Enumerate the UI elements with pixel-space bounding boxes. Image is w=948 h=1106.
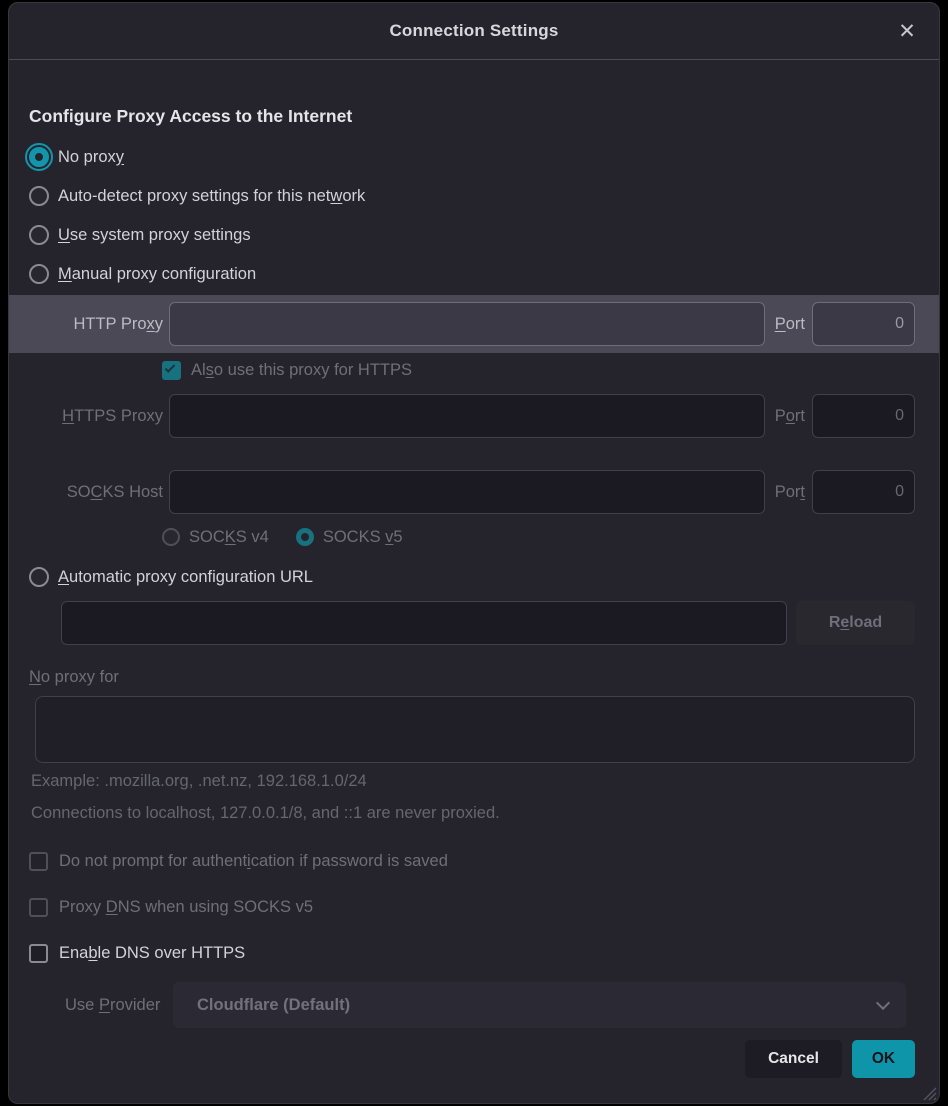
- socks-host-input[interactable]: [169, 470, 765, 514]
- radio-label-auto-config-url: Automatic proxy configuration URL: [58, 568, 313, 587]
- radio-label-auto-detect: Auto-detect proxy settings for this netw…: [58, 187, 365, 206]
- dialog-titlebar: Connection Settings ✕: [9, 3, 939, 60]
- radio-indicator-selected: [29, 147, 49, 167]
- radio-option-auto-config-url[interactable]: Automatic proxy configuration URL: [29, 558, 939, 596]
- use-provider-label: Use Provider: [57, 996, 165, 1015]
- socks-host-label: SOCKS Host: [57, 483, 163, 502]
- checkbox-row-doh[interactable]: Enable DNS over HTTPS: [29, 938, 939, 968]
- no-proxy-for-textarea[interactable]: [35, 696, 915, 763]
- close-icon: ✕: [898, 19, 916, 44]
- reload-button[interactable]: Reload: [796, 601, 915, 645]
- also-https-label: Also use this proxy for HTTPS: [191, 361, 412, 380]
- http-proxy-row: HTTP Proxy Port: [9, 295, 939, 353]
- https-port-input[interactable]: [812, 394, 915, 438]
- cancel-button[interactable]: Cancel: [745, 1040, 842, 1078]
- https-proxy-input[interactable]: [169, 394, 765, 438]
- auto-config-url-input[interactable]: [61, 601, 787, 645]
- radio-label-system-proxy: Use system proxy settings: [58, 226, 251, 245]
- https-proxy-row: HTTPS Proxy Port: [9, 387, 939, 445]
- provider-dropdown[interactable]: Cloudflare (Default): [173, 982, 906, 1028]
- checkbox-enable-doh[interactable]: [29, 944, 48, 963]
- checkbox-row-proxy-dns[interactable]: Proxy DNS when using SOCKS v5: [29, 892, 939, 922]
- radio-option-no-proxy[interactable]: No proxy: [29, 138, 939, 176]
- hint-example: Example: .mozilla.org, .net.nz, 192.168.…: [31, 772, 939, 791]
- socks-v4-label: SOCKS v4: [189, 528, 269, 547]
- radio-label-manual-proxy: Manual proxy configuration: [58, 265, 256, 284]
- enable-doh-label: Enable DNS over HTTPS: [59, 944, 245, 963]
- checkbox-row-no-prompt[interactable]: Do not prompt for authentication if pass…: [29, 846, 939, 876]
- also-https-checkbox-row[interactable]: Also use this proxy for HTTPS: [162, 355, 939, 385]
- hint-localhost: Connections to localhost, 127.0.0.1/8, a…: [31, 804, 939, 823]
- dialog-footer: Cancel OK: [9, 1040, 915, 1078]
- socks-v5-label: SOCKS v5: [323, 528, 403, 547]
- https-proxy-label: HTTPS Proxy: [57, 407, 163, 426]
- proxy-settings-heading: Configure Proxy Access to the Internet: [29, 104, 939, 128]
- https-port-label: Port: [775, 407, 805, 426]
- page-title: Connection Settings: [389, 21, 558, 41]
- checkbox-also-https[interactable]: [162, 361, 181, 380]
- connection-settings-dialog: Connection Settings ✕ Configure Proxy Ac…: [8, 2, 940, 1104]
- radio-label-no-proxy: No proxy: [58, 148, 124, 167]
- proxy-dns-label: Proxy DNS when using SOCKS v5: [59, 898, 313, 917]
- http-port-input[interactable]: [812, 302, 915, 346]
- radio-indicator: [29, 264, 49, 284]
- radio-option-auto-detect[interactable]: Auto-detect proxy settings for this netw…: [29, 177, 939, 215]
- provider-dropdown-value: Cloudflare (Default): [197, 996, 878, 1015]
- http-port-label: Port: [775, 315, 805, 334]
- close-button[interactable]: ✕: [891, 15, 923, 47]
- http-proxy-input[interactable]: [169, 302, 765, 346]
- radio-option-manual-proxy[interactable]: Manual proxy configuration: [29, 255, 939, 293]
- socks-version-row: SOCKS v4 SOCKS v5: [162, 522, 939, 552]
- radio-option-system-proxy[interactable]: Use system proxy settings: [29, 216, 939, 254]
- doh-provider-row: Use Provider Cloudflare (Default): [57, 982, 906, 1028]
- ok-button[interactable]: OK: [852, 1040, 915, 1078]
- socks-host-row: SOCKS Host Port: [9, 463, 939, 521]
- checkbox-no-prompt[interactable]: [29, 852, 48, 871]
- socks-port-label: Port: [775, 483, 805, 502]
- no-proxy-for-label: No proxy for: [29, 665, 939, 689]
- radio-socks-v5[interactable]: [296, 528, 314, 546]
- radio-indicator: [29, 567, 49, 587]
- checkbox-proxy-dns[interactable]: [29, 898, 48, 917]
- chevron-down-icon: [876, 995, 890, 1009]
- checkmark-icon: [165, 362, 176, 373]
- resize-grip-icon[interactable]: [922, 1086, 937, 1101]
- radio-indicator: [29, 186, 49, 206]
- auto-config-url-row: Reload: [61, 601, 915, 645]
- radio-indicator: [29, 225, 49, 245]
- reload-button-label: Reload: [829, 614, 882, 632]
- socks-port-input[interactable]: [812, 470, 915, 514]
- http-proxy-label: HTTP Proxy: [57, 315, 163, 334]
- no-prompt-label: Do not prompt for authentication if pass…: [59, 852, 448, 871]
- radio-socks-v4[interactable]: [162, 528, 180, 546]
